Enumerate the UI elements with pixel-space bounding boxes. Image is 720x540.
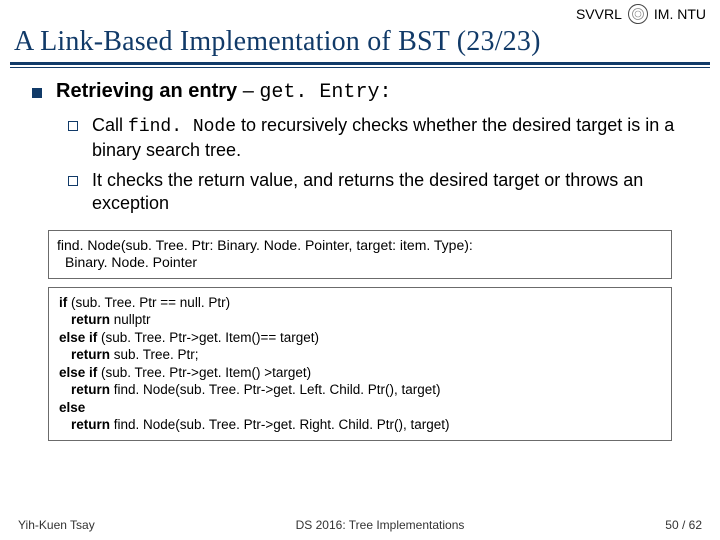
square-outline-bullet-icon — [68, 176, 78, 186]
pseudocode-box: if (sub. Tree. Ptr == null. Ptr) return … — [48, 287, 672, 441]
slide-content: Retrieving an entry – get. Entry: Call f… — [0, 80, 720, 441]
institution-label: IM. NTU — [654, 6, 706, 22]
code-line: return find. Node(sub. Tree. Ptr->get. L… — [59, 381, 661, 399]
title-rule-thin — [10, 67, 710, 68]
bullet2a-text: Call find. Node to recursively checks wh… — [92, 114, 692, 163]
bullet2b-text: It checks the return value, and returns … — [92, 169, 692, 216]
code-line: else if (sub. Tree. Ptr->get. Item() >ta… — [59, 364, 661, 382]
square-outline-bullet-icon — [68, 121, 78, 131]
code-line: else if (sub. Tree. Ptr->get. Item()== t… — [59, 329, 661, 347]
sig-line2: Binary. Node. Pointer — [57, 254, 663, 272]
code-line: return find. Node(sub. Tree. Ptr->get. R… — [59, 416, 661, 434]
square-bullet-icon — [32, 88, 42, 98]
footer-course: DS 2016: Tree Implementations — [296, 518, 465, 532]
sig-line1: find. Node(sub. Tree. Ptr: Binary. Node.… — [57, 237, 663, 255]
slide-title: A Link-Based Implementation of BST (23/2… — [0, 26, 720, 62]
footer: Yih-Kuen Tsay DS 2016: Tree Implementati… — [0, 518, 720, 532]
code-line: return nullptr — [59, 311, 661, 329]
bullet-level2: Call find. Node to recursively checks wh… — [68, 114, 692, 163]
org-label: SVVRL — [576, 6, 622, 22]
bullet1-text: Retrieving an entry – get. Entry: — [56, 80, 391, 104]
footer-author: Yih-Kuen Tsay — [18, 518, 95, 532]
title-rule-thick — [10, 62, 710, 65]
header-bar: SVVRL IM. NTU — [0, 0, 720, 26]
code-line: else — [59, 399, 661, 417]
bullet-level1: Retrieving an entry – get. Entry: — [32, 80, 692, 104]
signature-box: find. Node(sub. Tree. Ptr: Binary. Node.… — [48, 230, 672, 279]
code-line: return sub. Tree. Ptr; — [59, 346, 661, 364]
footer-page: 50 / 62 — [665, 518, 702, 532]
bullet-level2: It checks the return value, and returns … — [68, 169, 692, 216]
code-line: if (sub. Tree. Ptr == null. Ptr) — [59, 294, 661, 312]
institution-logo — [628, 4, 648, 24]
